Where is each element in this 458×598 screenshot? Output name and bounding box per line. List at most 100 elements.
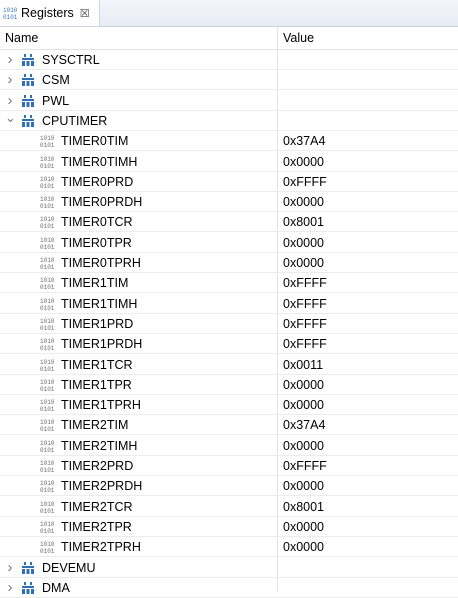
register-icon: 1010 0101	[40, 398, 56, 413]
tree-group-dma[interactable]: › DMA	[0, 578, 458, 598]
register-value[interactable]: 0xFFFF	[283, 314, 327, 334]
svg-text:1010: 1010	[3, 7, 17, 14]
register-value[interactable]: 0xFFFF	[283, 294, 327, 314]
register-icon: 1010 0101	[40, 195, 56, 210]
register-value[interactable]: 0x0000	[283, 517, 324, 537]
register-name: TIMER0PRD	[61, 174, 134, 189]
chevron-right-icon[interactable]: ›	[5, 91, 15, 111]
register-row[interactable]: 1010 0101 TIMER1TIM 0xFFFF	[0, 273, 458, 294]
register-value[interactable]: 0x0000	[283, 253, 324, 273]
view-tab-bar: 1010 0101 Registers ☒	[0, 0, 458, 27]
register-row[interactable]: 1010 0101 TIMER0TIM 0x37A4	[0, 131, 458, 152]
svg-text:1010: 1010	[40, 196, 55, 203]
register-icon: 1010 0101	[40, 276, 56, 291]
register-icon: 1010 0101	[40, 358, 56, 373]
register-value[interactable]: 0x0000	[283, 395, 324, 415]
register-value[interactable]: 0x0000	[283, 152, 324, 172]
svg-text:1010: 1010	[40, 135, 55, 142]
register-row[interactable]: 1010 0101 TIMER2TCR 0x8001	[0, 497, 458, 517]
register-row[interactable]: 1010 0101 TIMER1TCR 0x0011	[0, 355, 458, 375]
tab-registers[interactable]: 1010 0101 Registers ☒	[0, 0, 100, 26]
close-icon[interactable]: ☒	[80, 7, 90, 20]
svg-text:1010: 1010	[40, 379, 55, 386]
register-row[interactable]: 1010 0101 TIMER2TIM 0x37A4	[0, 415, 458, 436]
register-value[interactable]: 0x37A4	[283, 131, 325, 151]
register-row[interactable]: 1010 0101 TIMER0PRD 0xFFFF	[0, 172, 458, 192]
register-row[interactable]: 1010 0101 TIMER2TIMH 0x0000	[0, 436, 458, 456]
svg-text:0101: 0101	[40, 508, 55, 514]
tree-group-devemu[interactable]: › DEVEMU	[0, 558, 458, 578]
register-row[interactable]: 1010 0101 TIMER2TPR 0x0000	[0, 517, 458, 537]
svg-text:0101: 0101	[40, 284, 55, 290]
chevron-right-icon[interactable]: ›	[5, 70, 15, 90]
svg-text:0101: 0101	[40, 203, 55, 209]
chevron-right-icon[interactable]: ›	[5, 50, 15, 70]
svg-text:1010: 1010	[40, 338, 55, 345]
register-row[interactable]: 1010 0101 TIMER1PRDH 0xFFFF	[0, 334, 458, 355]
register-row[interactable]: 1010 0101 TIMER2TPRH 0x0000	[0, 537, 458, 558]
svg-text:0101: 0101	[3, 14, 17, 20]
register-value[interactable]: 0xFFFF	[283, 334, 327, 354]
register-icon: 1010 0101	[40, 317, 56, 332]
register-value[interactable]: 0xFFFF	[283, 456, 327, 476]
column-header: Name Value	[0, 27, 458, 50]
register-group-icon	[21, 73, 35, 87]
register-row[interactable]: 1010 0101 TIMER0TCR 0x8001	[0, 212, 458, 233]
register-icon: 1010 0101	[40, 459, 56, 474]
svg-text:0101: 0101	[40, 163, 55, 169]
register-icon: 1010 0101	[40, 500, 56, 515]
register-row[interactable]: 1010 0101 TIMER0TPR 0x0000	[0, 233, 458, 253]
tree-group-pwl[interactable]: › PWL	[0, 91, 458, 111]
register-value[interactable]: 0x0000	[283, 192, 324, 212]
register-value[interactable]: 0x0000	[283, 233, 324, 253]
group-label: CSM	[42, 73, 70, 88]
register-value[interactable]: 0x0011	[283, 355, 323, 375]
register-group-icon	[21, 53, 35, 67]
register-row[interactable]: 1010 0101 TIMER1TIMH 0xFFFF	[0, 294, 458, 314]
svg-text:1010: 1010	[40, 521, 55, 528]
svg-text:1010: 1010	[40, 541, 55, 548]
register-row[interactable]: 1010 0101 TIMER0PRDH 0x0000	[0, 192, 458, 213]
register-row[interactable]: 1010 0101 TIMER1TPR 0x0000	[0, 375, 458, 395]
register-icon: 1010 0101	[40, 297, 56, 312]
svg-text:0101: 0101	[40, 325, 55, 331]
svg-text:0101: 0101	[40, 244, 55, 250]
register-name: TIMER0TIMH	[61, 154, 138, 169]
register-row[interactable]: 1010 0101 TIMER1PRD 0xFFFF	[0, 314, 458, 334]
register-value[interactable]: 0xFFFF	[283, 172, 327, 192]
register-name: TIMER1TIMH	[61, 296, 138, 311]
svg-text:1010: 1010	[40, 501, 55, 508]
svg-text:0101: 0101	[40, 345, 55, 351]
svg-text:0101: 0101	[40, 183, 55, 189]
column-header-value[interactable]: Value	[283, 27, 314, 49]
tree-group-cputimer[interactable]: ⌄ CPUTIMER	[0, 110, 458, 131]
register-row[interactable]: 1010 0101 TIMER1TPRH 0x0000	[0, 395, 458, 416]
register-name: TIMER0TPR	[61, 235, 132, 250]
register-value[interactable]: 0x37A4	[283, 415, 325, 435]
register-name: TIMER2TCR	[61, 499, 133, 514]
chevron-right-icon[interactable]: ›	[5, 578, 15, 598]
register-value[interactable]: 0x0000	[283, 537, 324, 557]
svg-text:0101: 0101	[40, 386, 55, 392]
tree-group-csm[interactable]: › CSM	[0, 70, 458, 91]
column-header-name[interactable]: Name	[5, 27, 38, 49]
chevron-right-icon[interactable]: ›	[5, 558, 15, 578]
register-row[interactable]: 1010 0101 TIMER0TIMH 0x0000	[0, 152, 458, 172]
register-name: TIMER1PRDH	[61, 337, 143, 352]
register-row[interactable]: 1010 0101 TIMER0TPRH 0x0000	[0, 253, 458, 273]
register-value[interactable]: 0x0000	[283, 375, 324, 395]
chevron-down-icon[interactable]: ⌄	[5, 110, 16, 131]
register-value[interactable]: 0x0000	[283, 476, 324, 496]
svg-text:1010: 1010	[40, 318, 55, 325]
register-row[interactable]: 1010 0101 TIMER2PRDH 0x0000	[0, 476, 458, 497]
register-icon: 1010 0101	[40, 215, 56, 230]
register-value[interactable]: 0xFFFF	[283, 273, 327, 293]
register-icon: 1010 0101	[40, 418, 56, 433]
register-value[interactable]: 0x0000	[283, 436, 324, 456]
group-label: SYSCTRL	[42, 53, 100, 67]
register-row[interactable]: 1010 0101 TIMER2PRD 0xFFFF	[0, 456, 458, 476]
register-value[interactable]: 0x8001	[283, 497, 324, 517]
register-value[interactable]: 0x8001	[283, 212, 324, 232]
svg-text:1010: 1010	[40, 156, 55, 163]
tree-group-sysctrl[interactable]: › SYSCTRL	[0, 50, 458, 70]
